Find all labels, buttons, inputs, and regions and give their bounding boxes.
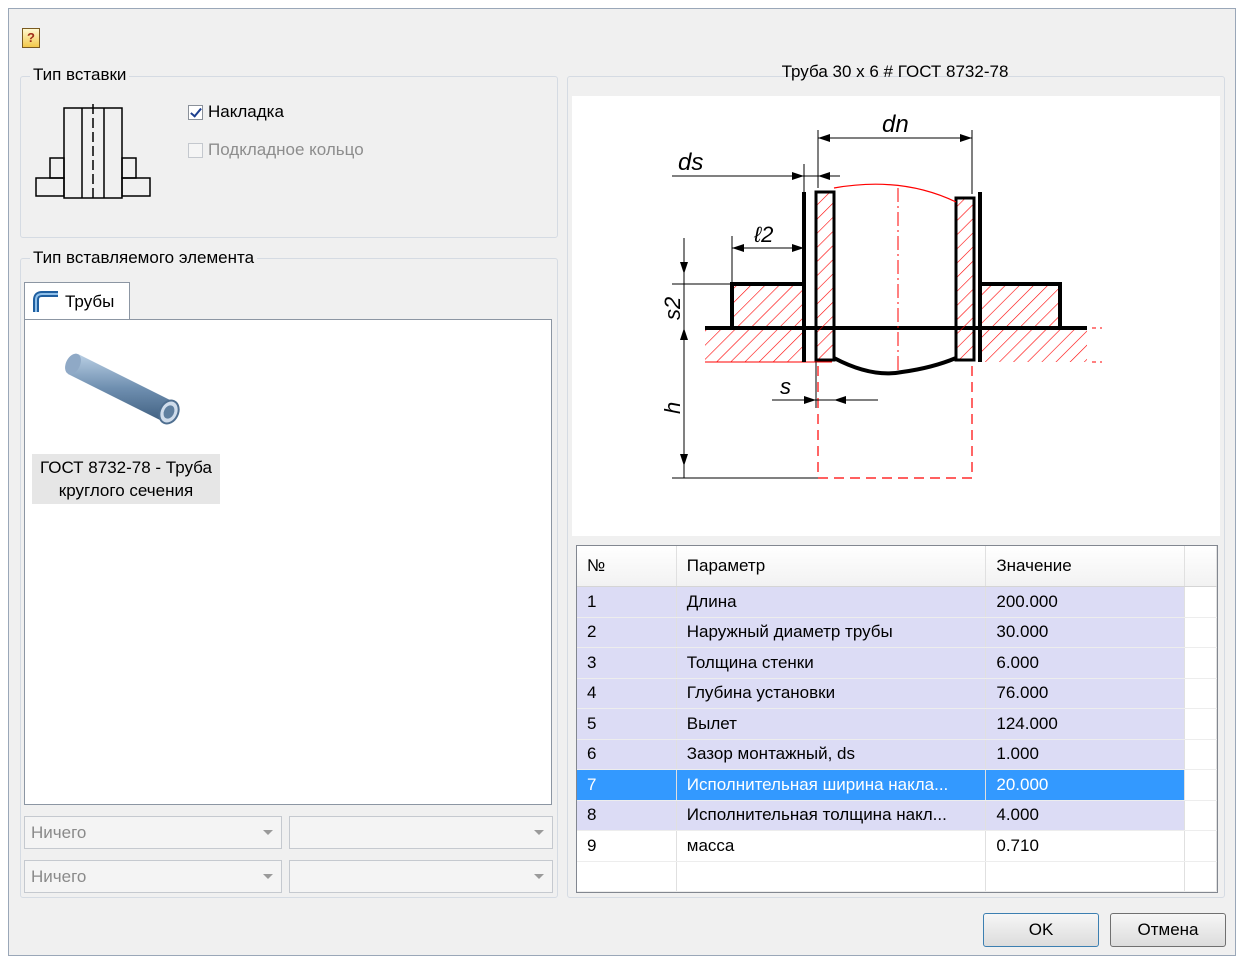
pipe-item-label[interactable]: ГОСТ 8732-78 - Труба круглого сечения xyxy=(32,454,220,504)
row-value[interactable]: 1.000 xyxy=(985,739,1186,770)
ring-checkbox-label: Подкладное кольцо xyxy=(208,140,364,159)
filter-combo-1-value: Ничего xyxy=(31,823,87,842)
dim-ds-label: ds xyxy=(678,149,703,176)
row-param: Наружный диаметр трубы xyxy=(676,617,987,648)
row-value[interactable]: 20.000 xyxy=(985,769,1186,801)
col-header-number[interactable]: № xyxy=(577,546,677,587)
row-value[interactable]: 124.000 xyxy=(985,708,1186,740)
row-filler xyxy=(1184,800,1217,831)
table-row[interactable]: 4 Глубина установки 76.000 xyxy=(577,678,1217,709)
row-filler xyxy=(1184,617,1217,648)
row-filler xyxy=(1184,678,1217,709)
row-param: Исполнительная ширина накла... xyxy=(676,769,987,801)
pipe-item-label-line2: круглого сечения xyxy=(58,481,194,500)
col-header-filler xyxy=(1184,546,1217,587)
cancel-button[interactable]: Отмена xyxy=(1110,913,1226,947)
table-row[interactable]: 9 масса 0.710 xyxy=(577,830,1217,862)
pipe-drawing: dn ds ℓ2 s2 h s xyxy=(572,96,1220,536)
row-value[interactable]: 0.710 xyxy=(985,830,1186,862)
row-param: Зазор монтажный, ds xyxy=(676,739,987,770)
row-number: 9 xyxy=(577,830,677,862)
filter-combo-2[interactable] xyxy=(289,816,553,849)
col-header-value[interactable]: Значение xyxy=(985,546,1186,587)
insert-type-icon xyxy=(35,104,151,199)
params-table[interactable]: № Параметр Значение 1 Длина 200.000 2 На… xyxy=(576,545,1218,893)
dim-l2-label: ℓ2 xyxy=(753,222,773,247)
params-header-row: № Параметр Значение xyxy=(577,546,1217,587)
row-number: 6 xyxy=(577,739,677,770)
table-row[interactable]: 3 Толщина стенки 6.000 xyxy=(577,647,1217,679)
pipe-item-label-line1: ГОСТ 8732-78 - Труба xyxy=(40,458,212,477)
row-number: 1 xyxy=(577,586,677,618)
dim-s-label: s xyxy=(780,374,791,399)
empty-cell xyxy=(577,861,677,892)
ring-checkbox-box[interactable] xyxy=(188,142,203,158)
empty-cell xyxy=(985,861,1186,892)
empty-cell xyxy=(1184,861,1217,892)
ring-checkbox[interactable]: Подкладное кольцо xyxy=(188,140,364,160)
row-value[interactable]: 4.000 xyxy=(985,800,1186,831)
params-grid: № Параметр Значение 1 Длина 200.000 2 На… xyxy=(577,546,1217,892)
table-row-empty xyxy=(577,861,1217,892)
table-row[interactable]: 6 Зазор монтажный, ds 1.000 xyxy=(577,739,1217,770)
help-icon[interactable]: ? xyxy=(22,28,40,48)
table-row-selected[interactable]: 7 Исполнительная ширина накла... 20.000 xyxy=(577,769,1217,801)
row-param: Глубина установки xyxy=(676,678,987,709)
filter-combo-3-value: Ничего xyxy=(31,867,87,886)
overlay-checkbox-label: Накладка xyxy=(208,102,284,121)
table-row[interactable]: 8 Исполнительная толщина накл... 4.000 xyxy=(577,800,1217,831)
tab-pipes-label: Трубы xyxy=(65,291,115,311)
chevron-down-icon xyxy=(263,830,273,835)
row-param: Толщина стенки xyxy=(676,647,987,679)
row-value[interactable]: 30.000 xyxy=(985,617,1186,648)
row-param: Вылет xyxy=(676,708,987,740)
insert-type-title: Тип вставки xyxy=(30,65,130,85)
row-value[interactable]: 200.000 xyxy=(985,586,1186,618)
filter-combo-1[interactable]: Ничего xyxy=(24,816,282,849)
preview-title: Труба 30 x 6 # ГОСТ 8732-78 xyxy=(781,62,1009,81)
row-value[interactable]: 6.000 xyxy=(985,647,1186,679)
tab-pipes[interactable]: Трубы xyxy=(24,282,130,320)
row-number: 8 xyxy=(577,800,677,831)
row-number: 2 xyxy=(577,617,677,648)
overlay-checkbox-box[interactable] xyxy=(188,104,203,120)
table-row[interactable]: 1 Длина 200.000 xyxy=(577,586,1217,618)
row-filler xyxy=(1184,586,1217,618)
row-number: 4 xyxy=(577,678,677,709)
row-filler xyxy=(1184,647,1217,679)
row-filler xyxy=(1184,769,1217,801)
row-param: Длина xyxy=(676,586,987,618)
chevron-down-icon xyxy=(534,830,544,835)
row-number: 5 xyxy=(577,708,677,740)
filter-combo-3[interactable]: Ничего xyxy=(24,860,282,893)
row-param: масса xyxy=(676,830,987,862)
table-row[interactable]: 2 Наружный диаметр трубы 30.000 xyxy=(577,617,1217,648)
pipe-elbow-icon xyxy=(33,290,58,312)
dim-s2-label: s2 xyxy=(660,297,685,320)
row-param: Исполнительная толщина накл... xyxy=(676,800,987,831)
col-header-param[interactable]: Параметр xyxy=(676,546,987,587)
row-value[interactable]: 76.000 xyxy=(985,678,1186,709)
row-number: 7 xyxy=(577,769,677,801)
dim-h-label: h xyxy=(660,402,685,414)
row-filler xyxy=(1184,708,1217,740)
empty-cell xyxy=(676,861,987,892)
table-row[interactable]: 5 Вылет 124.000 xyxy=(577,708,1217,740)
dim-dn-label: dn xyxy=(882,111,909,138)
row-filler xyxy=(1184,830,1217,862)
chevron-down-icon xyxy=(263,874,273,879)
ok-button[interactable]: OK xyxy=(983,913,1099,947)
pipe-item-icon[interactable] xyxy=(64,340,194,430)
row-number: 3 xyxy=(577,647,677,679)
overlay-checkbox[interactable]: Накладка xyxy=(188,102,284,122)
chevron-down-icon xyxy=(534,874,544,879)
row-filler xyxy=(1184,739,1217,770)
pipe-scheme-svg: dn ds ℓ2 s2 h s xyxy=(660,111,1102,479)
element-type-title: Тип вставляемого элемента xyxy=(30,248,258,268)
filter-combo-4[interactable] xyxy=(289,860,553,893)
